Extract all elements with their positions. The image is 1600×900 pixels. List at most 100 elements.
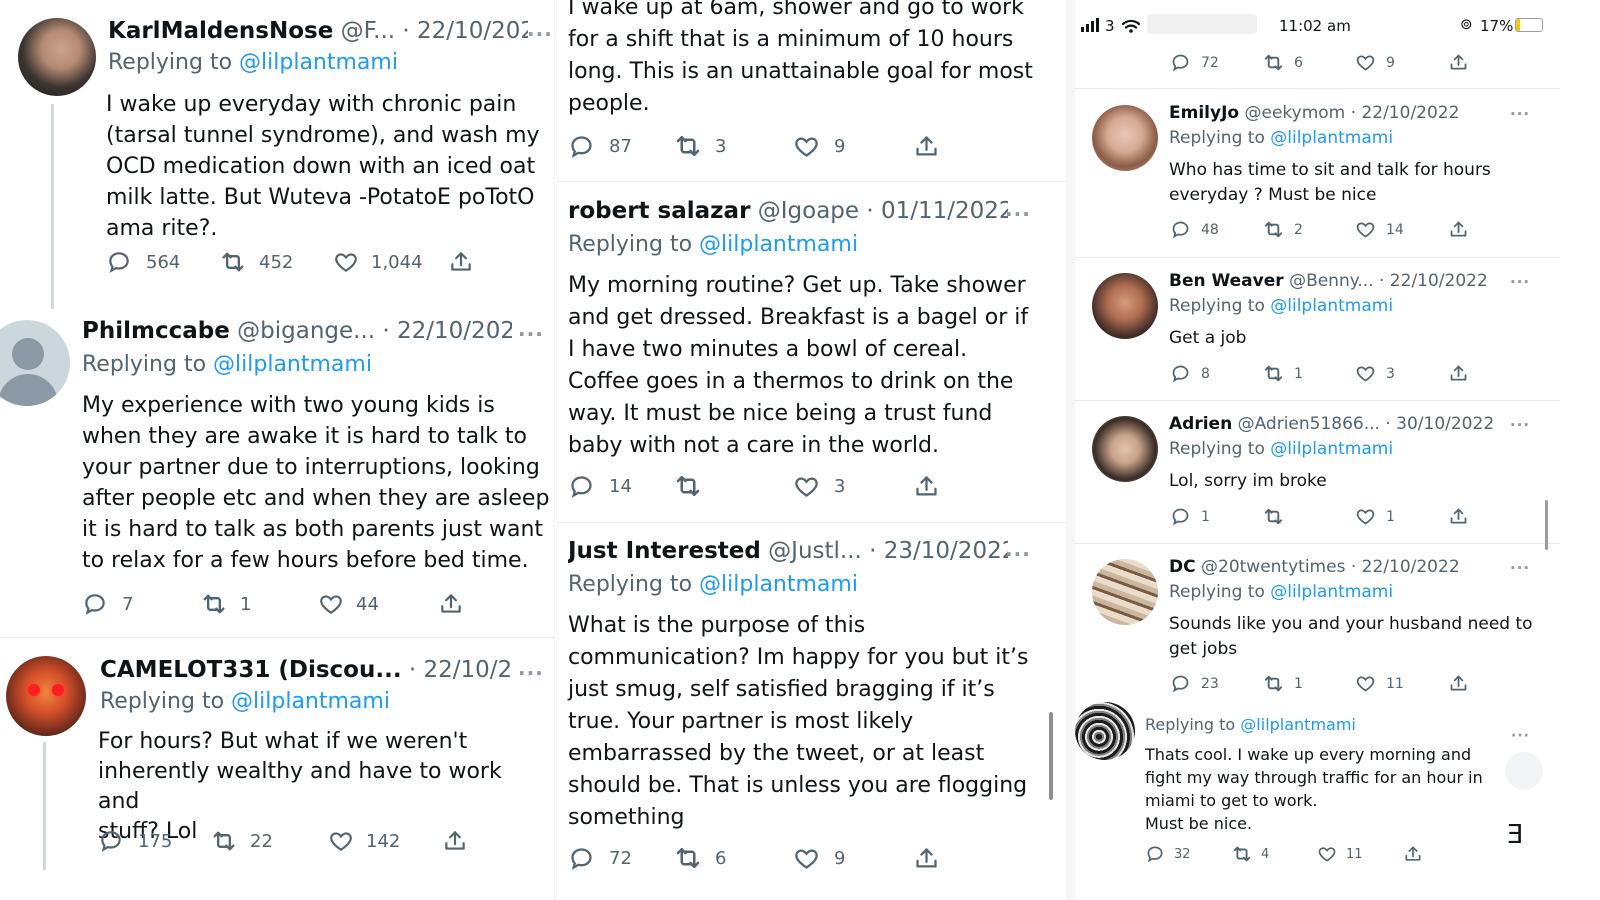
reply-button[interactable]: 14 xyxy=(568,473,673,500)
mention-link[interactable]: @lilplantmami xyxy=(699,232,858,257)
author-handle[interactable]: @bigange... xyxy=(237,318,375,344)
author-name[interactable]: DC xyxy=(1169,557,1196,577)
author-handle[interactable]: @Adrien51866... xyxy=(1238,414,1380,434)
more-icon[interactable]: ··· xyxy=(1005,202,1031,226)
mention-link[interactable]: @lilplantmami xyxy=(213,352,372,377)
author-handle[interactable]: @F... xyxy=(341,18,395,44)
retweet-button[interactable] xyxy=(1262,505,1355,528)
like-button[interactable]: 9 xyxy=(1355,52,1448,73)
like-button[interactable]: 1 xyxy=(1355,506,1448,527)
mention-link[interactable]: @lilplantmami xyxy=(1270,582,1393,602)
retweet-button[interactable]: 452 xyxy=(219,248,333,276)
reply-button[interactable]: 87 xyxy=(568,133,673,160)
reply-button[interactable]: 72 xyxy=(1170,52,1262,73)
like-button[interactable]: 11 xyxy=(1355,673,1448,694)
like-button[interactable]: 3 xyxy=(793,473,913,500)
avatar[interactable] xyxy=(1092,105,1158,171)
author-handle[interactable]: @Justl... xyxy=(768,538,862,564)
like-button[interactable]: 1,044 xyxy=(333,249,448,275)
more-icon[interactable]: ··· xyxy=(1511,728,1530,744)
author-name[interactable]: KarlMaldensNose xyxy=(108,18,333,44)
avatar[interactable] xyxy=(1075,702,1135,760)
avatar[interactable] xyxy=(1092,416,1158,482)
share-button[interactable] xyxy=(1448,363,1469,384)
like-button[interactable]: 44 xyxy=(318,591,438,617)
retweet-button[interactable]: 6 xyxy=(673,843,793,873)
avatar[interactable] xyxy=(0,320,70,406)
share-button[interactable] xyxy=(442,828,468,854)
avatar[interactable] xyxy=(6,656,86,736)
reply-button[interactable]: 175 xyxy=(98,828,210,854)
share-button[interactable] xyxy=(1448,219,1469,240)
mention-link[interactable]: @lilplantmami xyxy=(231,689,390,714)
more-icon[interactable]: ··· xyxy=(518,322,544,346)
scrollbar[interactable] xyxy=(1049,712,1053,800)
share-button[interactable] xyxy=(1448,673,1469,694)
avatar[interactable] xyxy=(1092,559,1158,625)
reply-button[interactable]: 1 xyxy=(1170,506,1262,527)
reply-button[interactable]: 23 xyxy=(1170,673,1262,694)
reply-button[interactable]: 7 xyxy=(82,591,200,617)
author-handle[interactable]: @eekymom xyxy=(1244,103,1345,123)
avatar[interactable] xyxy=(18,18,96,96)
retweet-button[interactable]: 1 xyxy=(1262,672,1355,695)
share-button[interactable] xyxy=(1448,52,1469,73)
more-icon[interactable]: ··· xyxy=(1005,542,1031,566)
reply-button[interactable]: 32 xyxy=(1145,844,1231,864)
more-icon[interactable]: ··· xyxy=(518,661,544,685)
tweet-just-interested[interactable]: Just Interested @Justl... · 23/10/2022 ·… xyxy=(555,530,1065,900)
like-button[interactable]: 14 xyxy=(1355,219,1448,240)
more-icon[interactable]: ··· xyxy=(1510,559,1530,577)
share-button[interactable] xyxy=(438,591,464,617)
scrollbar[interactable] xyxy=(1545,500,1548,550)
author-name[interactable]: EmilyJo xyxy=(1169,103,1239,123)
share-button[interactable] xyxy=(913,133,940,160)
more-icon[interactable]: ··· xyxy=(527,22,553,46)
reply-button[interactable]: 564 xyxy=(106,249,219,275)
reply-button[interactable]: 72 xyxy=(568,845,673,872)
author-name[interactable]: Just Interested xyxy=(568,538,761,564)
retweet-button[interactable]: 1 xyxy=(1262,362,1355,385)
tweet-ben-weaver[interactable]: Ben Weaver @Benny... · 22/10/2022 ··· Re… xyxy=(1075,263,1600,398)
share-button[interactable] xyxy=(913,473,940,500)
author-name[interactable]: CAMELOT331 (Discou... xyxy=(100,657,402,683)
retweet-button[interactable]: 4 xyxy=(1231,843,1317,865)
tweet-cropped-bottom[interactable]: Replying to @lilplantmami ··· Thats cool… xyxy=(1075,702,1600,900)
tweet-emilyjo[interactable]: EmilyJo @eekymom · 22/10/2022 ··· Replyi… xyxy=(1075,95,1600,255)
tweet-robert-salazar[interactable]: robert salazar @Igoape · 01/11/2022 ··· … xyxy=(555,190,1065,515)
like-button[interactable]: 9 xyxy=(793,845,913,872)
tweet-adrien[interactable]: Adrien @Adrien51866... · 30/10/2022 ··· … xyxy=(1075,406,1600,541)
more-icon[interactable]: ··· xyxy=(1510,105,1530,123)
retweet-button[interactable]: 2 xyxy=(1262,218,1355,241)
reply-button[interactable]: 8 xyxy=(1170,363,1262,384)
mention-link[interactable]: @lilplantmami xyxy=(1270,296,1393,316)
compose-icon[interactable]: Ǝ xyxy=(1507,820,1523,850)
retweet-button[interactable]: 6 xyxy=(1262,51,1355,74)
mention-link[interactable]: @lilplantmami xyxy=(239,50,398,75)
author-name[interactable]: Ben Weaver xyxy=(1169,271,1284,291)
share-button[interactable] xyxy=(1448,506,1469,527)
mention-link[interactable]: @lilplantmami xyxy=(1240,715,1356,734)
author-handle[interactable]: @Benny... xyxy=(1289,271,1374,291)
share-button[interactable] xyxy=(1403,844,1423,864)
author-name[interactable]: Adrien xyxy=(1169,414,1232,434)
floating-action-circle[interactable] xyxy=(1505,752,1543,790)
tweet-philmccabe[interactable]: Philmccabe @bigange... · 22/10/2022 ··· … xyxy=(0,310,555,635)
author-handle[interactable]: @20twentytimes xyxy=(1201,557,1345,577)
retweet-button[interactable]: 22 xyxy=(210,827,328,855)
retweet-button[interactable]: 1 xyxy=(200,590,318,618)
more-icon[interactable]: ··· xyxy=(1510,416,1530,434)
retweet-button[interactable] xyxy=(673,471,793,501)
tweet-partial-top[interactable]: I wake up at 6am, shower and go to work … xyxy=(555,0,1065,175)
mention-link[interactable]: @lilplantmami xyxy=(1270,128,1393,148)
like-button[interactable]: 9 xyxy=(793,133,913,160)
share-button[interactable] xyxy=(913,845,940,872)
mention-link[interactable]: @lilplantmami xyxy=(1270,439,1393,459)
mention-link[interactable]: @lilplantmami xyxy=(699,572,858,597)
reply-button[interactable]: 48 xyxy=(1170,219,1262,240)
tweet-camelot331[interactable]: CAMELOT331 (Discou... · 22/10/2022 ··· R… xyxy=(0,650,555,890)
like-button[interactable]: 3 xyxy=(1355,363,1448,384)
author-handle[interactable]: @Igoape xyxy=(758,198,859,224)
like-button[interactable]: 142 xyxy=(328,828,442,854)
share-button[interactable] xyxy=(448,249,474,275)
